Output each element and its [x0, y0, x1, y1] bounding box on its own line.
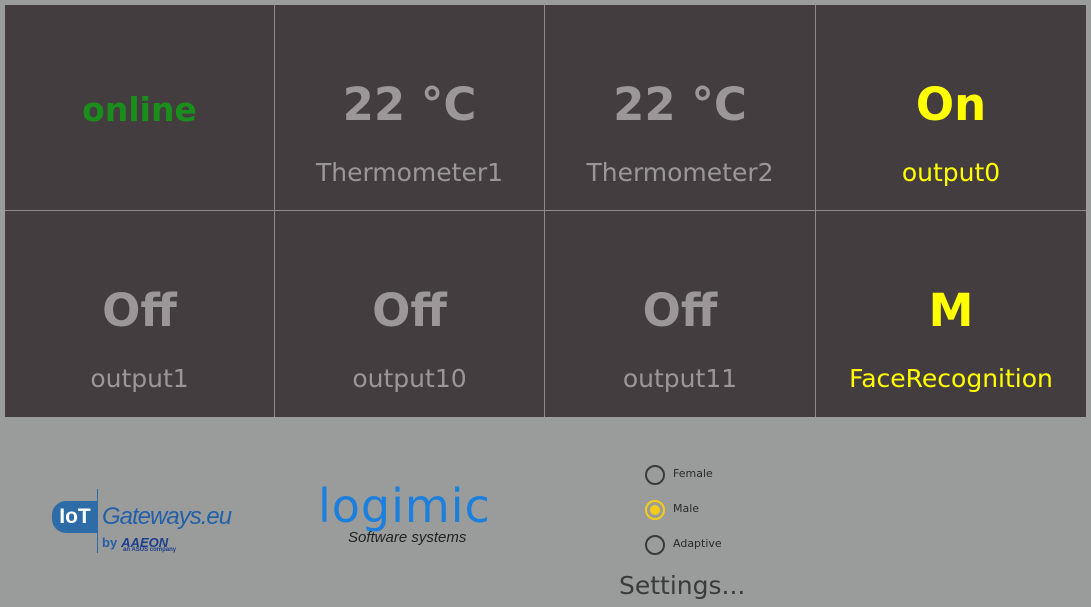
- tile-output11[interactable]: Off output11: [545, 211, 816, 417]
- connection-status-value: online: [82, 90, 197, 129]
- thermometer2-value: 22 °C: [613, 78, 747, 131]
- tile-thermometer2[interactable]: 22 °C Thermometer2: [545, 5, 816, 211]
- radio-female-label: Female: [673, 467, 713, 480]
- output0-value: On: [915, 78, 987, 131]
- dashboard-grid: online 22 °C Thermometer1 22 °C Thermome…: [5, 5, 1086, 417]
- logimic-brand: logimic: [318, 479, 491, 533]
- thermometer2-label: Thermometer2: [586, 158, 774, 187]
- output10-label: output10: [352, 364, 467, 393]
- face-recognition-label: FaceRecognition: [849, 364, 1053, 393]
- aaeon-subtitle: an ASUS company: [123, 547, 177, 553]
- iot-badge: IoT: [52, 501, 98, 533]
- logimic-logo: logimic Software systems: [318, 483, 508, 546]
- byline-by: by: [102, 535, 118, 550]
- tile-thermometer1[interactable]: 22 °C Thermometer1: [275, 5, 545, 211]
- output11-value: Off: [642, 284, 718, 337]
- tile-face-recognition[interactable]: M FaceRecognition: [816, 211, 1086, 417]
- tile-connection-status[interactable]: online: [5, 5, 275, 211]
- output1-value: Off: [102, 284, 177, 337]
- face-recognition-value: M: [928, 284, 974, 337]
- radio-circle-selected[interactable]: [645, 500, 665, 520]
- radio-circle[interactable]: [645, 535, 665, 555]
- iot-gateways-logo: IoT Gateways.eu by AAEON an ASUS company: [52, 489, 232, 559]
- tile-output10[interactable]: Off output10: [275, 211, 545, 417]
- tile-output0[interactable]: On output0: [816, 5, 1086, 211]
- output10-value: Off: [372, 284, 447, 337]
- output11-label: output11: [622, 364, 738, 393]
- iot-logo-byline: by AAEON an ASUS company: [102, 535, 176, 553]
- iot-logo-text: Gateways.eu: [102, 503, 232, 530]
- radio-adaptive-label: Adaptive: [673, 537, 722, 550]
- thermometer1-value: 22 °C: [342, 78, 477, 131]
- output1-label: output1: [90, 364, 189, 393]
- radio-male-label: Male: [673, 502, 700, 515]
- thermometer1-label: Thermometer1: [315, 158, 504, 187]
- logo-divider: [97, 489, 98, 553]
- radio-circle[interactable]: [645, 465, 665, 485]
- output0-label: output0: [901, 158, 1001, 187]
- tile-output1[interactable]: Off output1: [5, 211, 275, 417]
- settings-link[interactable]: Settings...: [619, 571, 745, 600]
- footer-panel: IoT Gateways.eu by AAEON an ASUS company …: [0, 417, 1091, 607]
